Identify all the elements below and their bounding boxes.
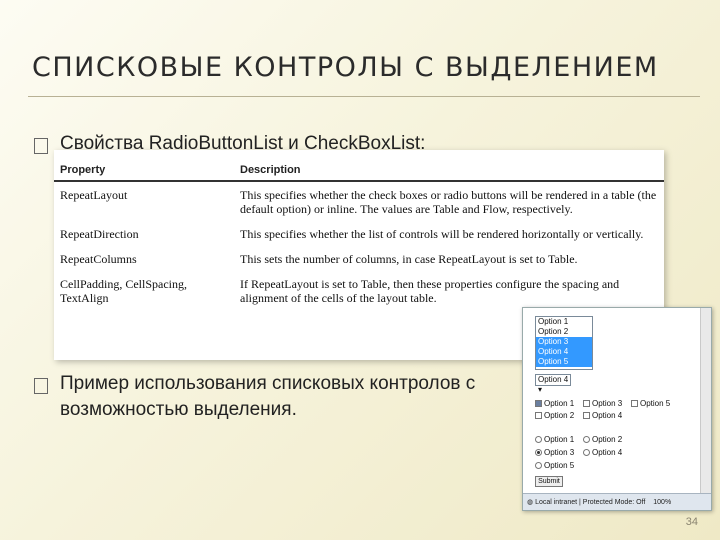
square-bullet-icon bbox=[34, 378, 48, 394]
checkbox-option[interactable]: Option 4 bbox=[583, 410, 622, 421]
listbox-option-selected[interactable]: Option 5 bbox=[536, 357, 592, 367]
slide-title: СПИСКОВЫЕ КОНТРОЛЫ С ВЫДЕЛЕНИЕМ bbox=[32, 52, 659, 83]
dropdown-value: Option 4 bbox=[538, 375, 569, 384]
radio-label: Option 5 bbox=[544, 461, 575, 470]
listbox-option-selected[interactable]: Option 3 bbox=[536, 337, 592, 347]
table-cell-property: CellPadding, CellSpacing, TextAlign bbox=[60, 277, 187, 305]
radio-option[interactable]: Option 5 bbox=[535, 460, 574, 471]
radio-icon[interactable] bbox=[583, 436, 590, 443]
radio-label: Option 1 bbox=[544, 435, 575, 444]
zoom-level[interactable]: 100% bbox=[653, 499, 671, 506]
submit-button[interactable]: Submit bbox=[535, 476, 563, 487]
checkbox-icon[interactable] bbox=[535, 412, 542, 419]
checkbox-option[interactable]: Option 1 bbox=[535, 398, 574, 409]
checkbox-checked-icon[interactable] bbox=[535, 400, 542, 407]
radio-option[interactable]: Option 1 bbox=[535, 434, 574, 445]
radio-option[interactable]: Option 2 bbox=[583, 434, 622, 445]
radio-option[interactable]: Option 4 bbox=[583, 447, 622, 458]
table-cell-property: RepeatDirection bbox=[60, 227, 139, 241]
property-table: Property Description RepeatLayout This s… bbox=[54, 150, 664, 310]
table-cell-description: If RepeatLayout is set to Table, then th… bbox=[240, 277, 620, 305]
table-row: RepeatLayout This specifies whether the … bbox=[54, 181, 664, 221]
checkbox-label: Option 4 bbox=[592, 411, 623, 420]
dropdown-select[interactable]: Option 4 ▾ bbox=[535, 374, 571, 394]
chevron-down-icon: ▾ bbox=[538, 385, 543, 394]
browser-status-bar: ◍ Local intranet | Protected Mode: Off 1… bbox=[523, 493, 711, 510]
radio-selected-icon[interactable] bbox=[535, 449, 542, 456]
listbox-option[interactable]: Option 1 bbox=[536, 317, 592, 327]
table-row: CellPadding, CellSpacing, TextAlign If R… bbox=[54, 271, 664, 310]
bullet-text-example: Пример использования списковых контролов… bbox=[60, 373, 476, 420]
vertical-scrollbar[interactable] bbox=[700, 308, 711, 494]
listbox-option-selected[interactable]: Option 4 bbox=[536, 347, 592, 357]
checkbox-icon[interactable] bbox=[583, 412, 590, 419]
radio-label: Option 4 bbox=[592, 448, 623, 457]
table-cell-description: This specifies whether the list of contr… bbox=[240, 227, 644, 241]
table-header-row: Property Description bbox=[54, 150, 664, 182]
radio-icon[interactable] bbox=[535, 462, 542, 469]
table-row: RepeatColumns This sets the number of co… bbox=[54, 246, 664, 271]
table-row: RepeatDirection This specifies whether t… bbox=[54, 221, 664, 246]
checkbox-label: Option 1 bbox=[544, 399, 575, 408]
checkbox-icon[interactable] bbox=[631, 400, 638, 407]
table-cell-description: This specifies whether the check boxes o… bbox=[240, 188, 657, 216]
globe-icon: ◍ bbox=[527, 499, 534, 506]
column-header-property: Property bbox=[54, 150, 234, 182]
radio-icon[interactable] bbox=[583, 449, 590, 456]
column-header-description: Description bbox=[234, 150, 664, 182]
radio-label: Option 3 bbox=[544, 448, 575, 457]
table-cell-property: RepeatLayout bbox=[60, 188, 128, 202]
checkbox-label: Option 2 bbox=[544, 411, 575, 420]
listbox[interactable]: Option 1 Option 2 Option 3 Option 4 Opti… bbox=[535, 316, 593, 370]
table-cell-description: This sets the number of columns, in case… bbox=[240, 252, 578, 266]
checkbox-option[interactable]: Option 5 bbox=[631, 398, 670, 409]
radio-option[interactable]: Option 3 bbox=[535, 447, 574, 458]
checkbox-label: Option 3 bbox=[592, 399, 623, 408]
title-divider bbox=[28, 96, 700, 97]
checkbox-icon[interactable] bbox=[583, 400, 590, 407]
square-bullet-icon bbox=[34, 138, 48, 154]
checkbox-option[interactable]: Option 3 bbox=[583, 398, 622, 409]
status-text: Local intranet | Protected Mode: Off bbox=[535, 499, 646, 506]
checkbox-option[interactable]: Option 2 bbox=[535, 410, 574, 421]
browser-screenshot: Option 1 Option 2 Option 3 Option 4 Opti… bbox=[522, 307, 712, 511]
radio-icon[interactable] bbox=[535, 436, 542, 443]
listbox-option[interactable]: Option 2 bbox=[536, 327, 592, 337]
radio-label: Option 2 bbox=[592, 435, 623, 444]
table-cell-property: RepeatColumns bbox=[60, 252, 137, 266]
checkbox-label: Option 5 bbox=[640, 399, 671, 408]
page-number: 34 bbox=[685, 516, 698, 528]
